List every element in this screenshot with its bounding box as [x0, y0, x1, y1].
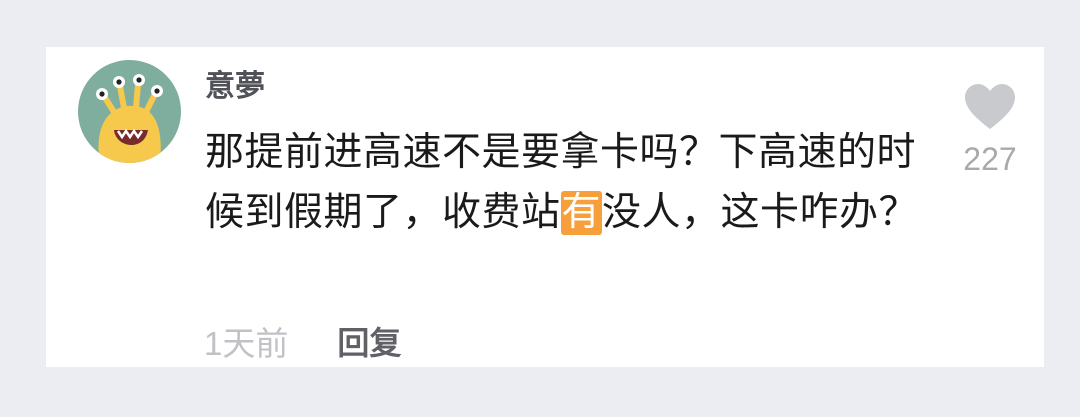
comment-meta: 1天前 回复 — [204, 318, 401, 364]
username[interactable]: 意夢 — [205, 69, 265, 105]
like-count: 227 — [963, 141, 1017, 177]
comment-text-after: 没人，这卡咋办？ — [602, 190, 919, 235]
avatar[interactable] — [78, 60, 181, 163]
like-button[interactable]: 227 — [954, 83, 1026, 177]
comment-card: 意夢 那提前进高速不是要拿卡吗？下高速的时候到假期了，收费站有没人，这卡咋办？ … — [46, 47, 1044, 367]
reply-button[interactable]: 回复 — [337, 318, 401, 364]
comment-time: 1天前 — [204, 325, 289, 362]
heart-icon — [965, 84, 1015, 129]
highlighted-word: 有 — [560, 190, 603, 235]
comment-text: 那提前进高速不是要拿卡吗？下高速的时候到假期了，收费站有没人，这卡咋办？ — [205, 123, 925, 243]
alien-monster-avatar-icon — [78, 60, 181, 163]
